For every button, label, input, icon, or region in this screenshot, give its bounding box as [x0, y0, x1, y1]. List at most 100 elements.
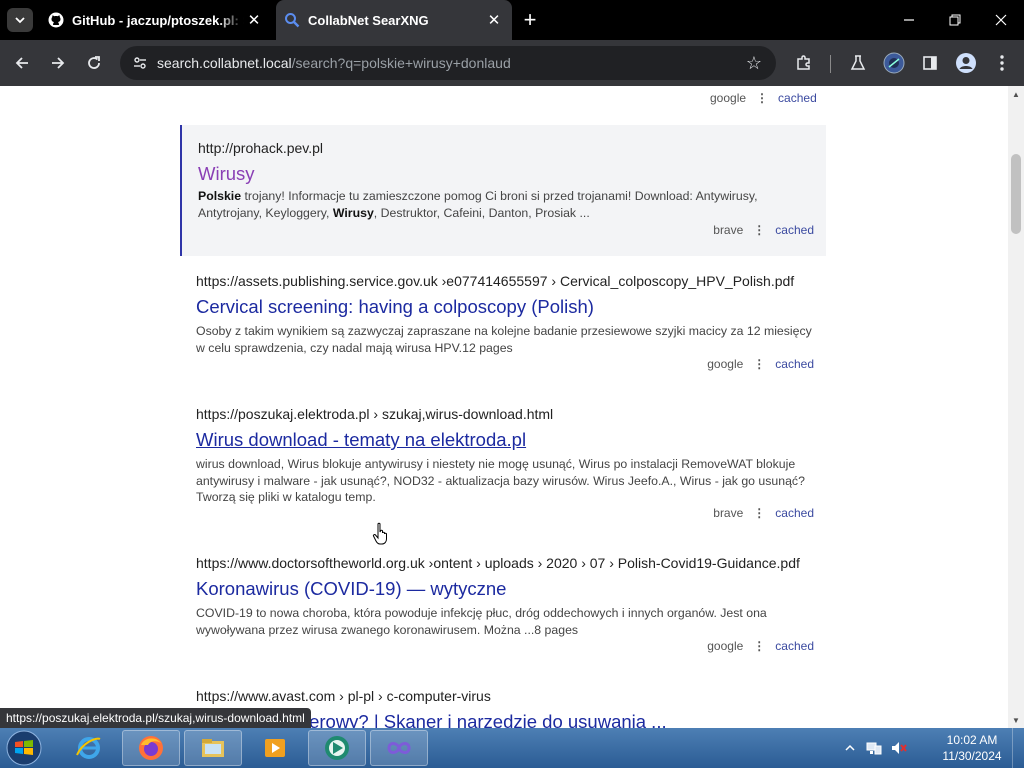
- result-url[interactable]: https://www.avast.com › pl-pl › c-comput…: [196, 688, 491, 704]
- scroll-up-arrow-icon[interactable]: ▲: [1008, 86, 1024, 102]
- cached-link[interactable]: cached: [775, 639, 814, 653]
- site-info-icon[interactable]: [128, 51, 152, 75]
- result-item: http://prohack.pev.pl Wirusy Polskie tro…: [180, 125, 826, 256]
- start-button[interactable]: [4, 729, 44, 767]
- back-button[interactable]: [10, 51, 34, 75]
- side-panel-button[interactable]: [918, 51, 942, 75]
- result-url[interactable]: http://prohack.pev.pl: [198, 140, 323, 156]
- show-desktop-button[interactable]: [1012, 728, 1024, 768]
- tab-title: GitHub - jaczup/ptoszek.pl: Spam: [72, 12, 244, 28]
- new-tab-button[interactable]: +: [518, 7, 542, 32]
- puzzle-icon: [797, 55, 810, 70]
- result-item: https://assets.publishing.service.gov.uk…: [180, 266, 826, 386]
- browser-app-icon: [325, 736, 349, 760]
- labs-button[interactable]: [846, 51, 870, 75]
- profile-extension-button[interactable]: [882, 51, 906, 75]
- taskbar-firefox[interactable]: [122, 730, 180, 766]
- tab-search-button[interactable]: [7, 8, 33, 32]
- scroll-down-arrow-icon[interactable]: ▼: [1008, 712, 1024, 728]
- arrow-right-icon: [52, 57, 65, 69]
- result-meta: google ⋮ cached: [710, 91, 817, 105]
- profile-button[interactable]: [954, 51, 978, 75]
- more-vertical-icon: [1000, 55, 1004, 71]
- restore-icon: [949, 14, 961, 26]
- toolbar-divider: [830, 55, 831, 73]
- result-title[interactable]: Wirusy: [198, 163, 255, 185]
- reload-icon: [88, 56, 100, 69]
- network-status[interactable]: [866, 728, 882, 768]
- address-bar[interactable]: search.collabnet.local/search?q=polskie+…: [120, 46, 776, 80]
- volume-muted-icon: [892, 742, 907, 754]
- menu-button[interactable]: [990, 51, 1014, 75]
- firefox-icon: [139, 736, 163, 760]
- tab-strip: GitHub - jaczup/ptoszek.pl: Spam ✕ Colla…: [0, 0, 1024, 40]
- infinity-icon: [387, 742, 411, 754]
- tab-searxng[interactable]: CollabNet SearXNG ✕: [276, 0, 512, 40]
- minimize-button[interactable]: [886, 0, 932, 40]
- result-meta: google ⋮ cached: [707, 357, 814, 371]
- cached-link[interactable]: cached: [775, 223, 814, 237]
- flask-icon: [850, 55, 866, 70]
- show-hidden-icons[interactable]: [845, 728, 855, 768]
- avatar-icon: [956, 53, 976, 73]
- result-title[interactable]: Cervical screening: having a colposcopy …: [196, 296, 594, 318]
- result-url[interactable]: https://poszukaj.elektroda.pl › szukaj,w…: [196, 406, 553, 422]
- taskbar-browser[interactable]: [308, 730, 366, 766]
- engine-label: brave: [713, 223, 744, 237]
- more-vertical-icon[interactable]: ⋮: [753, 639, 765, 653]
- result-snippet: wirus download, Wirus blokuje antywirusy…: [196, 457, 805, 504]
- cached-link[interactable]: cached: [778, 91, 817, 105]
- system-clock[interactable]: 10:02 AM 11/30/2024: [936, 732, 1008, 764]
- more-vertical-icon[interactable]: ⋮: [753, 506, 765, 520]
- bookmark-star-icon[interactable]: ☆: [742, 51, 766, 75]
- reload-button[interactable]: [82, 51, 106, 75]
- scrollbar-thumb[interactable]: [1011, 154, 1021, 234]
- close-icon[interactable]: ✕: [484, 10, 504, 30]
- result-title[interactable]: Koronawirus (COVID-19) — wytyczne: [196, 578, 506, 600]
- cached-link[interactable]: cached: [775, 357, 814, 371]
- hand-cursor-icon: [372, 522, 387, 545]
- result-meta: brave ⋮ cached: [713, 506, 814, 520]
- tab-title: CollabNet SearXNG: [308, 12, 429, 28]
- engine-label: google: [707, 357, 744, 371]
- chevron-up-icon: [845, 744, 855, 751]
- close-icon: [995, 14, 1007, 26]
- taskbar-internet-explorer[interactable]: [60, 730, 118, 766]
- minimize-icon: [904, 19, 914, 21]
- result-snippet: COVID-19 to nowa choroba, która powoduje…: [196, 606, 767, 637]
- side-panel-icon: [923, 56, 937, 70]
- vertical-scrollbar[interactable]: ▲ ▼: [1008, 86, 1024, 728]
- taskbar-infinity-app[interactable]: [370, 730, 428, 766]
- tab-github[interactable]: GitHub - jaczup/ptoszek.pl: Spam ✕: [40, 0, 272, 40]
- network-icon: [866, 742, 882, 755]
- result-title[interactable]: Wirus download - tematy na elektroda.pl: [196, 429, 526, 451]
- result-snippet: Osoby z takim wynikiem są zazwyczaj zapr…: [196, 324, 812, 355]
- chevron-down-icon: [15, 17, 25, 24]
- extensions-button[interactable]: [792, 51, 816, 75]
- page-content: google ⋮ cached http://prohack.pev.pl Wiru…: [0, 86, 1008, 728]
- result-url[interactable]: https://assets.publishing.service.gov.uk…: [196, 273, 794, 289]
- github-icon: [48, 12, 64, 28]
- volume-control[interactable]: [890, 728, 908, 768]
- result-item: https://poszukaj.elektroda.pl › szukaj,w…: [180, 399, 826, 529]
- media-player-icon: [265, 739, 285, 757]
- cached-link[interactable]: cached: [775, 506, 814, 520]
- clock-time: 10:02 AM: [946, 733, 998, 747]
- taskbar-file-explorer[interactable]: [184, 730, 242, 766]
- link-status-bubble: https://poszukaj.elektroda.pl/szukaj,wir…: [0, 708, 311, 728]
- engine-label: google: [710, 91, 747, 105]
- internet-explorer-icon: [76, 737, 101, 759]
- url-path: /search?q=polskie+wirusy+donlaud: [291, 55, 511, 71]
- more-vertical-icon[interactable]: ⋮: [753, 223, 765, 237]
- more-vertical-icon[interactable]: ⋮: [756, 91, 768, 105]
- more-vertical-icon[interactable]: ⋮: [753, 357, 765, 371]
- result-url[interactable]: https://www.doctorsoftheworld.org.uk ›on…: [196, 555, 800, 571]
- forward-button[interactable]: [46, 51, 70, 75]
- clock-date: 11/30/2024: [942, 749, 1002, 763]
- extension-avatar-icon: [883, 52, 905, 74]
- result-snippet: Polskie trojany! Informacje tu zamieszcz…: [198, 189, 758, 220]
- close-icon[interactable]: ✕: [244, 10, 264, 30]
- close-window-button[interactable]: [978, 0, 1024, 40]
- taskbar-media-player[interactable]: [246, 730, 304, 766]
- restore-button[interactable]: [932, 0, 978, 40]
